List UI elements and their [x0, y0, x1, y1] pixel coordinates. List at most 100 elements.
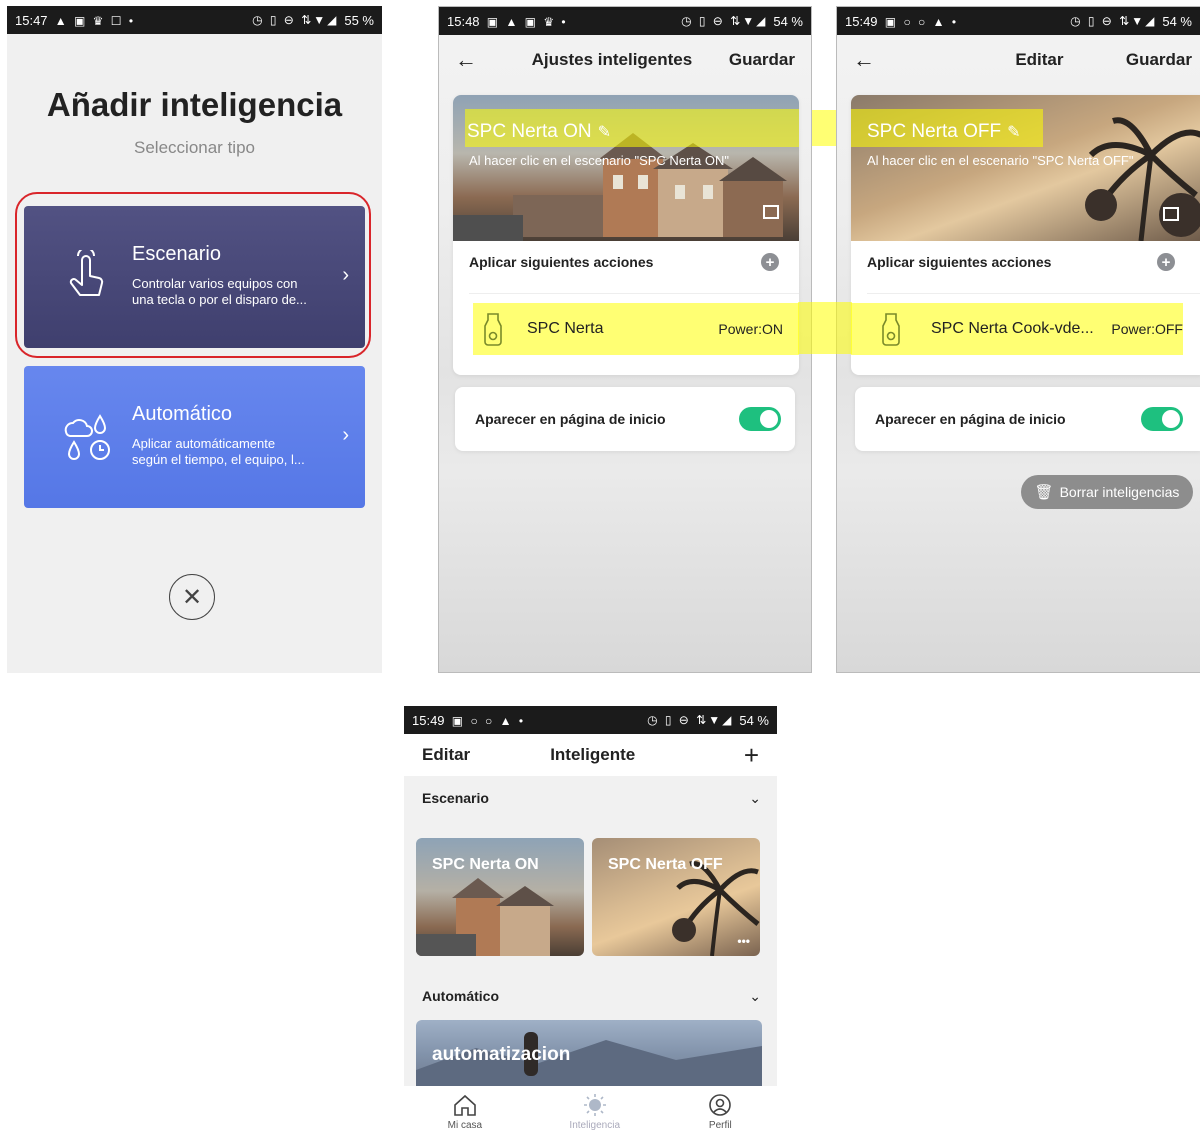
auto-section-label: Automático — [422, 988, 499, 1004]
scene-cover-image[interactable]: SPC Nerta ON ✎ Al hacer clic en el escena… — [453, 95, 799, 241]
page-title: Añadir inteligencia — [46, 86, 343, 123]
scene-tile-off-name: SPC Nerta OFF — [608, 856, 723, 873]
pencil-icon: ✎ — [1007, 124, 1021, 141]
system-icons: ◷ ▯ ⊖ ⇅▼◢ — [1070, 14, 1157, 28]
house-icon — [454, 1094, 476, 1116]
scene-name-text: SPC Nerta ON — [467, 121, 592, 142]
save-button[interactable]: Guardar — [1126, 50, 1192, 70]
automation-tile[interactable]: automatizacion — [416, 1020, 762, 1090]
add-action-icon[interactable]: + — [1157, 253, 1175, 271]
screen-edit-scene: 15:49 ▣ ○ ○ ▲ • ◷ ▯ ⊖ ⇅▼◢ 54 % ← Editar G… — [836, 6, 1200, 673]
nav-title: Ajustes inteligentes — [531, 50, 693, 69]
actions-label: Aplicar siguientes acciones — [867, 254, 1052, 270]
nav-bar: ← Ajustes inteligentes Guardar — [439, 35, 811, 85]
more-options-icon[interactable]: ••• — [737, 934, 750, 948]
homepage-toggle[interactable] — [1141, 407, 1183, 431]
profile-icon — [709, 1094, 732, 1116]
battery-level: 54 % — [773, 13, 803, 29]
clock: 15:49 — [412, 712, 445, 728]
tab-smart[interactable]: Inteligencia — [569, 1093, 620, 1131]
tab-home-label: Mi casa — [447, 1120, 483, 1131]
add-smart-button[interactable]: + — [744, 740, 759, 771]
tab-profile[interactable]: Perfil — [707, 1093, 733, 1131]
scene-card: SPC Nerta OFF ✎ Al hacer clic en el escen… — [851, 95, 1200, 375]
nav-title: Editar — [1015, 50, 1064, 69]
edit-button[interactable]: Editar — [422, 745, 470, 765]
status-bar: 15:49 ▣ ○ ○ ▲ • ◷ ▯ ⊖ ⇅▼◢ 54 % — [837, 7, 1200, 35]
status-bar: 15:48 ▣ ▲ ▣ ♛ • ◷ ▯ ⊖ ⇅▼◢ 54 % — [439, 7, 811, 35]
homepage-label: Aparecer en página de inicio — [875, 411, 1066, 427]
screen-scene-settings: 15:48 ▣ ▲ ▣ ♛ • ◷ ▯ ⊖ ⇅▼◢ 54 % ← Ajustes … — [438, 6, 812, 673]
scene-card: SPC Nerta ON ✎ Al hacer clic en el escena… — [453, 95, 799, 375]
status-bar: 15:49 ▣ ○ ○ ▲ • ◷ ▯ ⊖ ⇅▼◢ 54 % — [404, 706, 777, 734]
automation-type-card[interactable]: Automático Aplicar automáticamente según… — [24, 366, 365, 508]
scene-cover-image[interactable]: SPC Nerta OFF ✎ Al hacer clic en el escen… — [851, 95, 1200, 241]
clock: 15:47 — [15, 12, 48, 28]
actions-label: Aplicar siguientes acciones — [469, 254, 654, 270]
scene-name[interactable]: SPC Nerta ON ✎ — [467, 121, 611, 143]
kettle-device-icon — [484, 313, 502, 346]
back-arrow-icon[interactable]: ← — [853, 47, 893, 73]
scene-description: Al hacer clic en el escenario "SPC Nerta… — [469, 153, 729, 168]
status-bar: 15:47 ▲ ▣ ♛ ☐ • ◷ ▯ ⊖ ⇅▼◢ 55 % — [7, 6, 382, 34]
device-state: Power:ON — [718, 321, 783, 337]
notification-icons: ▣ ○ ○ ▲ • — [451, 713, 526, 728]
system-icons: ◷ ▯ ⊖ ⇅▼◢ — [681, 14, 768, 28]
screen-smart-list: 15:49 ▣ ○ ○ ▲ • ◷ ▯ ⊖ ⇅▼◢ 54 % Editar Int… — [404, 706, 777, 1133]
nav-bar: Editar Inteligente + — [404, 734, 777, 776]
image-edit-icon[interactable] — [1163, 207, 1179, 221]
device-name: SPC Nerta Cook-vde... — [931, 320, 1094, 337]
sun-icon — [583, 1094, 606, 1116]
chevron-right-icon: › — [342, 424, 349, 446]
nav-title: Inteligente — [550, 745, 636, 764]
battery-level: 55 % — [344, 12, 374, 28]
auto-section-header[interactable]: Automático ⌄ — [422, 988, 761, 1005]
divider — [469, 293, 799, 294]
action-row[interactable]: SPC Nerta Cook-vde... Power:OFF — [879, 309, 1183, 349]
scene-name[interactable]: SPC Nerta OFF ✎ — [867, 121, 1020, 143]
homepage-row: Aparecer en página de inicio — [475, 407, 781, 431]
chevron-down-icon: ⌄ — [749, 790, 761, 806]
tab-home[interactable]: Mi casa — [448, 1093, 482, 1131]
scene-tile-on[interactable]: SPC Nerta ON — [416, 838, 584, 956]
annotation-circle — [15, 192, 371, 358]
automation-type-desc-2: según el tiempo, el equipo, l... — [132, 452, 305, 467]
tab-profile-label: Perfil — [708, 1120, 732, 1131]
clock: 15:49 — [845, 13, 878, 29]
system-icons: ◷ ▯ ⊖ ⇅▼◢ — [252, 13, 339, 27]
homepage-label: Aparecer en página de inicio — [475, 411, 666, 427]
scene-section-header[interactable]: Escenario ⌄ — [422, 790, 761, 807]
automation-type-title: Automático — [132, 403, 233, 425]
close-button[interactable]: ✕ — [169, 574, 215, 620]
scene-description: Al hacer clic en el escenario "SPC Nerta… — [867, 153, 1134, 168]
save-button[interactable]: Guardar — [729, 50, 795, 70]
trash-icon: 🗑 — [1034, 484, 1054, 501]
highlight-bridge-name — [812, 110, 836, 146]
battery-level: 54 % — [739, 712, 769, 728]
highlight-bridge-action — [798, 302, 852, 354]
tab-smart-label: Inteligencia — [569, 1120, 621, 1131]
nav-bar: ← Editar Guardar — [837, 35, 1200, 85]
notification-icons: ▲ ▣ ♛ ☐ • — [54, 13, 136, 28]
divider — [867, 293, 1200, 294]
action-row[interactable]: SPC Nerta Power:ON — [481, 309, 783, 349]
homepage-toggle[interactable] — [739, 407, 781, 431]
notification-icons: ▣ ▲ ▣ ♛ • — [486, 14, 568, 29]
page-subtitle: Seleccionar tipo — [134, 138, 255, 157]
homepage-toggle-card: Aparecer en página de inicio — [455, 387, 795, 451]
weather-clock-icon — [64, 414, 110, 460]
tab-bar: Mi casa Inteligencia Perfil — [404, 1086, 777, 1133]
scene-tile-off[interactable]: SPC Nerta OFF ••• — [592, 838, 760, 956]
clock: 15:48 — [447, 13, 480, 29]
scene-name-text: SPC Nerta OFF — [867, 121, 1002, 142]
device-state: Power:OFF — [1111, 321, 1183, 337]
notification-icons: ▣ ○ ○ ▲ • — [884, 14, 959, 29]
kettle-device-icon — [882, 313, 900, 346]
automation-type-desc-1: Aplicar automáticamente — [132, 436, 276, 451]
device-name: SPC Nerta — [527, 320, 604, 337]
delete-smart-button[interactable]: 🗑 Borrar inteligencias — [1021, 475, 1193, 509]
back-arrow-icon[interactable]: ← — [455, 47, 495, 73]
add-action-icon[interactable]: + — [761, 253, 779, 271]
actions-header: Aplicar siguientes acciones + — [867, 253, 1175, 271]
image-edit-icon[interactable] — [763, 205, 779, 219]
